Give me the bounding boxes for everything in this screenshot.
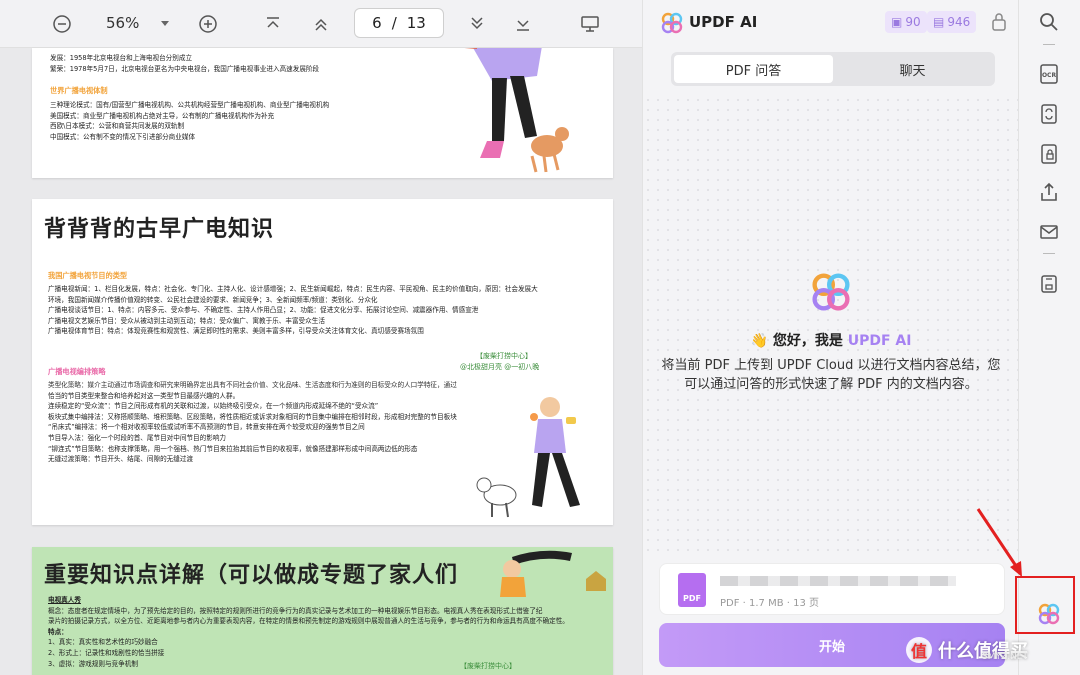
convert-icon[interactable] xyxy=(1037,102,1061,126)
page2-line: 广播电视谈话节目：1、特点：内容多元、受众参与、不确定性、主持人作用凸显；2、功… xyxy=(48,306,479,315)
save-icon[interactable] xyxy=(1037,272,1061,296)
page3-line: 概念：态度者在规定情境中，为了预先给定的目的，按照特定的规则所进行的竞争行为的真… xyxy=(48,606,543,615)
zoom-out-icon[interactable] xyxy=(52,12,72,36)
pdf-credit-badge: ▣ 90 xyxy=(885,11,927,33)
page1-line: 三种理论模式：国有/国营型广播电视机构、公共机构经营型广播电视机构、商业型广播电… xyxy=(50,101,330,110)
pdf-page-7: 重要知识点详解（可以做成专题了家人们 电视真人秀 概念：态度者在规定情境中，为了… xyxy=(32,547,613,675)
page3-line: 录片的拍摄记录方式，以全方位、近距离地参与者内心为重要表现内容，在特定的情景和预… xyxy=(48,617,569,626)
protect-icon[interactable] xyxy=(1037,142,1061,166)
page2-line: “铆连式”节目策略：也称支撑策略，用一个强档、热门节目来拉抬其前后节目的收视率，… xyxy=(48,444,418,453)
page3-line: 2、形式上：记录性和戏剧性的恰当拼接 xyxy=(48,648,165,657)
page2-line: “吊床式”编排法：将一个相对收视率较低或试听率不高预测的节目，转意安排在两个较受… xyxy=(48,423,365,432)
greeting: 👋 您好，我是 UPDF AI xyxy=(643,330,1019,350)
presentation-icon[interactable] xyxy=(580,12,600,36)
file-card[interactable]: PDF PDF · 1.7 MB · 13 页 xyxy=(659,563,1005,615)
page3-line: 1、真实：真实性和艺术性的巧妙融合 xyxy=(48,638,158,647)
page1-line: 发展：1958年北京电视台和上海电视台分别成立 xyxy=(50,54,193,62)
ai-panel: UPDF AI ▣ 90 ▤ 946 PDF 问答 聊天 👋 您好，我是 UPD… xyxy=(642,0,1019,675)
page2-line: 恰当的节目类型来整合和培养起对这一类型节目最感兴趣的人群。 xyxy=(48,391,240,400)
share-icon[interactable] xyxy=(1037,180,1061,204)
current-page[interactable]: 6 xyxy=(372,14,382,32)
file-meta: PDF · 1.7 MB · 13 页 xyxy=(720,598,820,609)
page2-stamp: 【废柴打捞中心】 xyxy=(476,352,532,360)
page2-line: 广播电视体育节目：特点：体现竞赛性和观赏性、满足即时性的需求、美则丰富多样，引导… xyxy=(48,327,424,336)
zoom-dropdown-icon[interactable] xyxy=(158,12,172,36)
chat-area xyxy=(643,95,1019,555)
zoom-in-icon[interactable] xyxy=(198,12,218,36)
page2-title: 背背背的古早广电知识 xyxy=(44,217,275,242)
pdf-toolbar: 56% 6 / 13 xyxy=(0,0,642,48)
pdf-viewer: 56% 6 / 13 发展：1958年北京电视台和上海电视台分别成立 繁荣：19… xyxy=(0,0,642,675)
pdf-page-5: 发展：1958年北京电视台和上海电视台分别成立 繁荣：1978年5月7日，北京电… xyxy=(32,48,613,178)
next-page-icon[interactable] xyxy=(468,12,486,36)
page1-heading: 世界广播电视体制 xyxy=(50,86,108,96)
last-page-icon[interactable] xyxy=(514,12,532,36)
chat-credit-badge: ▤ 946 xyxy=(927,11,977,33)
updf-ai-logo-icon xyxy=(661,12,683,38)
page-separator: / xyxy=(391,14,397,32)
pdf-file-badge: PDF xyxy=(683,594,701,603)
tab-pdf-qa[interactable]: PDF 问答 xyxy=(674,55,833,83)
page2-line: 环境，我国新闻媒介传播价值观的转变、公民社会建设的要求、新闻竞争；3、全新闻频率… xyxy=(48,295,378,304)
page2-line: 无缝过渡策略：节目开头、结尾、间隙的无缝过渡 xyxy=(48,455,194,464)
watermark-site: SMYZ.NET xyxy=(982,652,1028,662)
page3-stamp: 【废柴打捞中心】 xyxy=(460,662,516,670)
search-icon[interactable] xyxy=(1037,10,1061,34)
walking-dog-illustration xyxy=(476,397,580,518)
svg-text:OCR: OCR xyxy=(1042,72,1057,79)
pdf-file-icon: PDF xyxy=(678,573,706,607)
watermark: 值 什么值得买 SMYZ.NET xyxy=(906,630,1076,670)
chat-credit-icon: ▤ xyxy=(933,15,945,29)
previous-page-icon[interactable] xyxy=(312,12,330,36)
page2-line: 连续稳定的“受众流”：节目之间形成有机的关联和过渡，以始终吸引受众，在一个频道内… xyxy=(48,402,379,411)
page3-line: 3、虚拟：游戏规则与竞争机制 xyxy=(48,659,138,668)
sidebar-divider xyxy=(1043,253,1055,254)
pdf-credit-count: 90 xyxy=(905,15,921,29)
decorative-girl-illustration xyxy=(500,550,606,597)
page2-heading: 广播电视编排策略 xyxy=(48,367,106,376)
page2-line: 广播电视文艺娱乐节目：受众从被动到主动到互动；特点：受众偏广、寓教于乐、丰富受众… xyxy=(48,316,325,325)
sidebar-divider xyxy=(1043,44,1055,45)
highlight-box-annotation xyxy=(1015,576,1075,634)
lock-icon[interactable] xyxy=(991,12,1007,36)
tab-chat[interactable]: 聊天 xyxy=(833,55,992,83)
email-icon[interactable] xyxy=(1037,220,1061,244)
chat-credit-count: 946 xyxy=(947,15,971,29)
wave-icon: 👋 xyxy=(750,333,768,349)
intro-text: 将当前 PDF 上传到 UPDF Cloud 以进行文档内容总结，您可以通过问答… xyxy=(661,358,1001,392)
pdf-page-6: 背背背的古早广电知识 我国广播电视节目的类型 广播电视新闻：1、栏目化发展，特点… xyxy=(32,199,613,525)
red-arrow-annotation xyxy=(976,508,1022,577)
walking-woman-illustration xyxy=(464,48,569,173)
page2-line: 节目导入法：强化一个时段的首、尾节目对中间节目的影响力 xyxy=(48,433,227,442)
greeting-brand: UPDF AI xyxy=(847,333,912,349)
page1-line: 繁荣：1978年5月7日，北京电视台更名为中央电视台，我国广播电视事业进入高速发… xyxy=(50,64,320,73)
total-pages: 13 xyxy=(406,14,426,32)
page3-line: 特点： xyxy=(48,627,68,636)
page2-line: 广播电视新闻：1、栏目化发展，特点：社会化、专门化、主持人化、设计感增强；2、民… xyxy=(48,285,538,293)
page1-line: 中国模式：公有制不变的情况下引进部分商业媒体 xyxy=(50,132,196,141)
page1-line: 西欧\日本模式：公营和商营共同发展的双轨制 xyxy=(50,122,185,131)
ai-tabs: PDF 问答 聊天 xyxy=(671,52,995,86)
page2-line: 板块式集中编排法：又称搭顺策略、堆积策略、区段策略，将性质相近或诉求对象相同的节… xyxy=(48,412,457,421)
page-number-box[interactable]: 6 / 13 xyxy=(354,8,444,38)
page2-heading: 我国广播电视节目的类型 xyxy=(48,271,128,280)
page2-line: 类型化策略：媒介主动通过市场调查和研究来明确界定出具有不同社会价值、文化品味、生… xyxy=(48,381,457,389)
greeting-text: 您好，我是 xyxy=(772,333,843,349)
pdf-credit-icon: ▣ xyxy=(891,15,903,29)
blurred-file-name xyxy=(720,576,956,586)
ocr-icon[interactable]: OCR xyxy=(1037,62,1061,86)
first-page-icon[interactable] xyxy=(264,12,282,36)
page3-title: 重要知识点详解（可以做成专题了家人们 xyxy=(44,563,459,588)
ai-panel-title: UPDF AI xyxy=(689,13,758,31)
page1-line: 美国模式：商业型广播电视机构占绝对主导，公有制的广播电视机构作为补充 xyxy=(50,111,275,120)
zoom-level[interactable]: 56% xyxy=(106,14,139,32)
watermark-logo-icon: 值 xyxy=(906,637,932,663)
updf-ai-large-logo-icon xyxy=(811,272,851,316)
